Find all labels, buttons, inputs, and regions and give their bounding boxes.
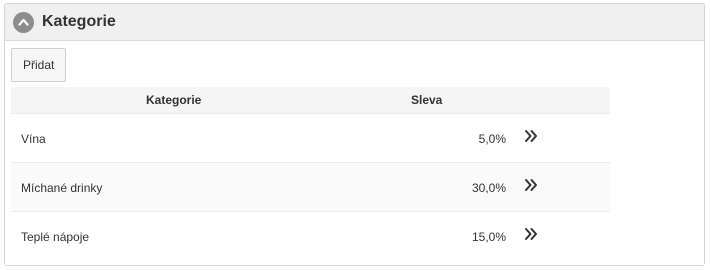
double-chevron-right-icon[interactable] bbox=[523, 226, 539, 242]
double-chevron-right-icon[interactable] bbox=[523, 177, 539, 193]
categories-panel: Kategorie Přidat Kategorie Sleva Vína 5,… bbox=[4, 3, 705, 266]
category-discount: 15,0% bbox=[471, 230, 506, 244]
column-header-category[interactable]: Kategorie bbox=[146, 93, 201, 107]
table-row[interactable]: Vína 5,0% bbox=[11, 113, 610, 162]
category-discount: 30,0% bbox=[471, 181, 506, 195]
table-row[interactable]: Teplé nápoje 15,0% bbox=[11, 211, 610, 260]
category-name: Vína bbox=[21, 132, 46, 146]
double-chevron-right-icon[interactable] bbox=[523, 128, 539, 144]
categories-table: Kategorie Sleva Vína 5,0% Míchané drinky… bbox=[11, 87, 610, 260]
panel-title: Kategorie bbox=[42, 13, 116, 30]
column-header-discount[interactable]: Sleva bbox=[411, 93, 442, 107]
category-name: Teplé nápoje bbox=[21, 230, 90, 244]
add-button[interactable]: Přidat bbox=[11, 48, 67, 82]
table-header: Kategorie Sleva bbox=[11, 87, 610, 113]
panel-body: Přidat Kategorie Sleva Vína 5,0% Míchané… bbox=[5, 41, 704, 260]
category-name: Míchané drinky bbox=[21, 181, 103, 195]
table-row[interactable]: Míchané drinky 30,0% bbox=[11, 162, 610, 211]
panel-header: Kategorie bbox=[5, 4, 704, 41]
chevron-up-icon[interactable] bbox=[13, 11, 34, 33]
category-discount: 5,0% bbox=[478, 132, 506, 146]
